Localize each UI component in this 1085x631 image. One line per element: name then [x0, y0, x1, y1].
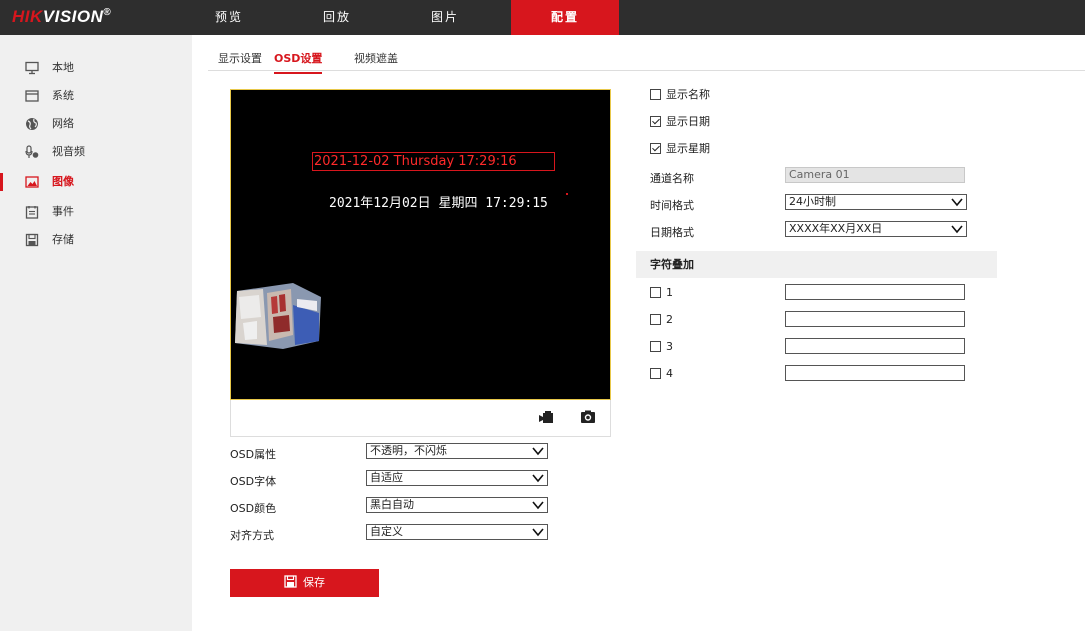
checkbox-box[interactable] [650, 341, 661, 352]
checkbox-box[interactable] [650, 287, 661, 298]
overlay-2-input[interactable] [785, 311, 965, 327]
sidebar-item-event[interactable]: 事件 [0, 201, 192, 223]
osd-font-value: 自适应 [370, 471, 403, 484]
checkbox-box[interactable] [650, 116, 661, 127]
microphone-icon [25, 145, 39, 158]
nav-tab-picture[interactable]: 图片 [391, 0, 499, 35]
sidebar-item-label: 存储 [52, 233, 74, 246]
sidebar-item-system[interactable]: 系统 [0, 85, 192, 107]
osd-attribute-select[interactable]: 不透明，不闪烁 [366, 443, 548, 459]
text-overlay-header: 字符叠加 [636, 251, 997, 278]
chevron-down-icon [951, 225, 963, 234]
snapshot-icon[interactable] [580, 409, 596, 425]
globe-icon [26, 118, 38, 130]
channel-name-field: Camera 01 [785, 167, 965, 183]
alignment-value: 自定义 [370, 525, 403, 538]
sidebar-item-label: 事件 [52, 205, 74, 218]
tab-video-mask[interactable]: 视频遮盖 [354, 50, 398, 72]
sidebar-item-label: 系统 [52, 89, 74, 102]
system-icon [25, 90, 39, 102]
storage-icon [25, 233, 39, 247]
checkbox-box[interactable] [650, 89, 661, 100]
channel-name-label: 通道名称 [650, 172, 694, 185]
nav-tab-playback[interactable]: 回放 [283, 0, 391, 35]
show-name-label: 显示名称 [666, 88, 710, 101]
time-format-label: 时间格式 [650, 199, 694, 212]
save-icon [284, 575, 297, 588]
preview-toolbar [230, 400, 611, 437]
chevron-down-icon [532, 474, 544, 483]
osd-date-english[interactable]: 2021-12-02 Thursday 17:29:16 [312, 152, 555, 171]
osd-font-label: OSD字体 [230, 475, 277, 488]
checkbox-box[interactable] [650, 314, 661, 325]
alignment-select[interactable]: 自定义 [366, 524, 548, 540]
osd-date-chinese: 2021年12月02日 星期四 17:29:15 [329, 196, 548, 211]
date-format-value: XXXX年XX月XX日 [789, 222, 883, 235]
sidebar-item-video-audio[interactable]: 视音频 [0, 141, 192, 163]
chevron-down-icon [951, 198, 963, 207]
overlay-3-input[interactable] [785, 338, 965, 354]
sidebar-item-storage[interactable]: 存储 [0, 229, 192, 251]
osd-attribute-value: 不透明，不闪烁 [370, 444, 447, 457]
osd-color-label: OSD颜色 [230, 502, 277, 515]
checkbox-box[interactable] [650, 368, 661, 379]
date-format-label: 日期格式 [650, 226, 694, 239]
save-button[interactable]: 保存 [230, 569, 379, 597]
time-format-value: 24小时制 [789, 195, 836, 208]
osd-font-select[interactable]: 自适应 [366, 470, 548, 486]
show-date-label: 显示日期 [666, 115, 710, 128]
show-week-label: 显示星期 [666, 142, 710, 155]
monitor-icon [25, 61, 39, 75]
overlay-1-label: 1 [666, 286, 673, 299]
overlay-4-input[interactable] [785, 365, 965, 381]
red-marker [566, 193, 568, 195]
sidebar-item-label: 图像 [52, 175, 74, 188]
sidebar-item-network[interactable]: 网络 [0, 113, 192, 135]
sidebar-item-label: 网络 [52, 117, 74, 130]
osd-attribute-label: OSD属性 [230, 448, 277, 461]
chevron-down-icon [532, 447, 544, 456]
checkbox-box[interactable] [650, 143, 661, 154]
date-format-select[interactable]: XXXX年XX月XX日 [785, 221, 967, 237]
nav-tab-configuration[interactable]: 配置 [511, 0, 619, 35]
record-icon[interactable] [538, 409, 554, 425]
video-preview[interactable]: 2021-12-02 Thursday 17:29:16 2021年12月02日… [230, 89, 611, 400]
alignment-label: 对齐方式 [230, 529, 274, 542]
time-format-select[interactable]: 24小时制 [785, 194, 967, 210]
overlay-4-label: 4 [666, 367, 673, 380]
fisheye-image [235, 283, 321, 349]
sub-tab-bar: 显示设置 OSD设置 视频遮盖 [208, 43, 1085, 74]
chevron-down-icon [532, 528, 544, 537]
sidebar-item-label: 视音频 [52, 145, 85, 158]
overlay-3-label: 3 [666, 340, 673, 353]
sidebar-item-label: 本地 [52, 61, 74, 74]
chevron-down-icon [532, 501, 544, 510]
tab-display-settings[interactable]: 显示设置 [218, 50, 262, 72]
sidebar-item-local[interactable]: 本地 [0, 57, 192, 79]
overlay-1-input[interactable] [785, 284, 965, 300]
osd-color-select[interactable]: 黑白自动 [366, 497, 548, 513]
nav-tab-preview[interactable]: 预览 [175, 0, 283, 35]
sidebar-item-image[interactable]: 图像 [0, 171, 192, 193]
top-navigation-bar: HIKVISION® 预览 回放 图片 配置 [0, 0, 1085, 35]
overlay-2-label: 2 [666, 313, 673, 326]
tab-osd-settings[interactable]: OSD设置 [274, 50, 323, 74]
image-icon [25, 176, 39, 188]
calendar-icon [25, 206, 39, 219]
sidebar: 本地 系统 网络 视音频 图像 事件 存储 [0, 35, 192, 631]
hikvision-logo: HIKVISION® [12, 7, 112, 26]
save-label: 保存 [303, 576, 325, 589]
osd-color-value: 黑白自动 [370, 498, 414, 511]
